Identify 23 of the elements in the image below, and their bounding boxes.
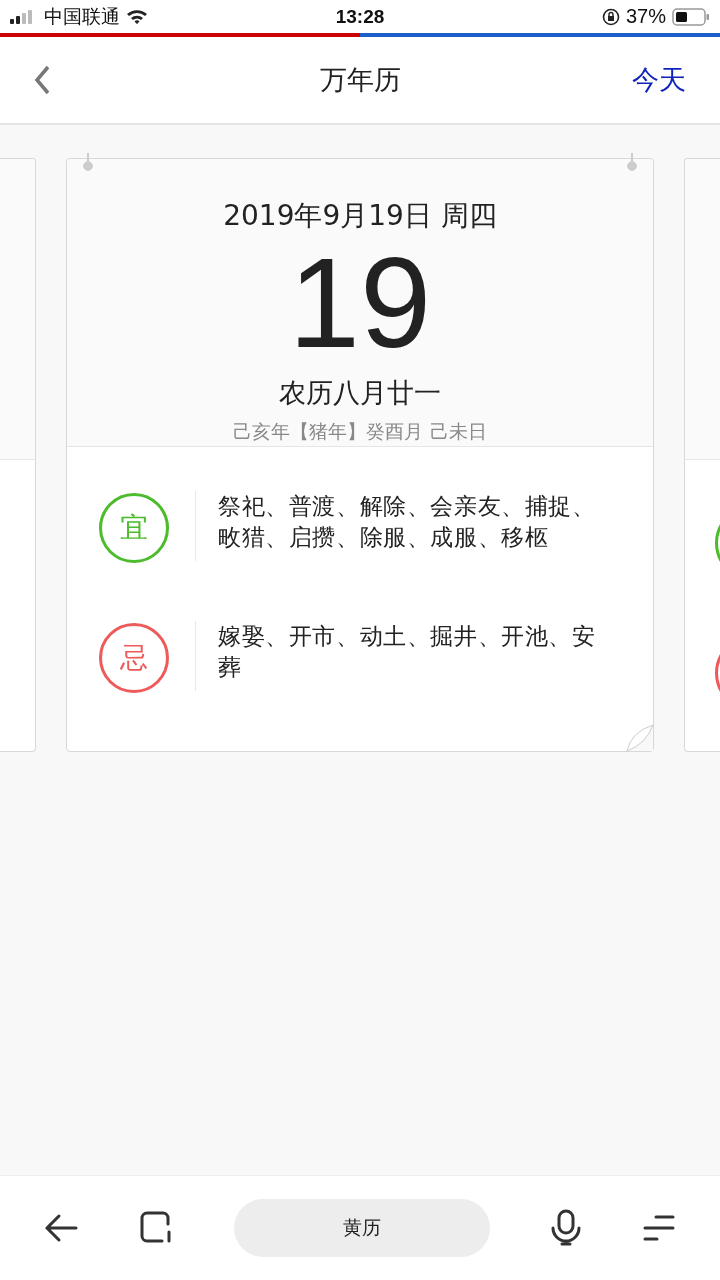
ganzhi-date: 己亥年【猪年】癸酉月 己未日 <box>233 419 487 444</box>
almanac-badge: 宜 <box>99 493 169 563</box>
back-arrow-button[interactable] <box>44 1213 78 1243</box>
day-number: 19 <box>288 237 432 369</box>
menu-button[interactable] <box>642 1214 676 1242</box>
search-pill[interactable]: 黄历 <box>234 1199 490 1257</box>
status-time: 13:28 <box>335 5 385 28</box>
battery-icon <box>672 7 710 26</box>
almanac-badge: 忌 <box>99 623 169 693</box>
battery-percent: 37% <box>625 5 666 28</box>
today-button[interactable]: 今天 <box>632 62 686 98</box>
pin-icon <box>83 153 93 171</box>
lunar-date: 农历八月廿一 <box>279 376 441 410</box>
solar-date: 2019年9月19日 周四 <box>223 198 497 234</box>
page-title: 万年历 <box>319 63 401 97</box>
microphone-button[interactable] <box>550 1209 582 1247</box>
carrier-name: 中国联通 <box>44 3 120 29</box>
tabs-button[interactable] <box>138 1210 174 1246</box>
wifi-icon <box>126 8 148 25</box>
almanac-text: 祭祀、普渡、解除、会亲友、捕捉、畋猎、启攒、除服、成服、移柩 <box>218 492 597 552</box>
pin-icon <box>627 153 637 171</box>
almanac-text: 嫁娶、开市、动土、掘井、开池、安葬 <box>218 622 597 682</box>
rotation-lock-icon <box>601 7 620 26</box>
